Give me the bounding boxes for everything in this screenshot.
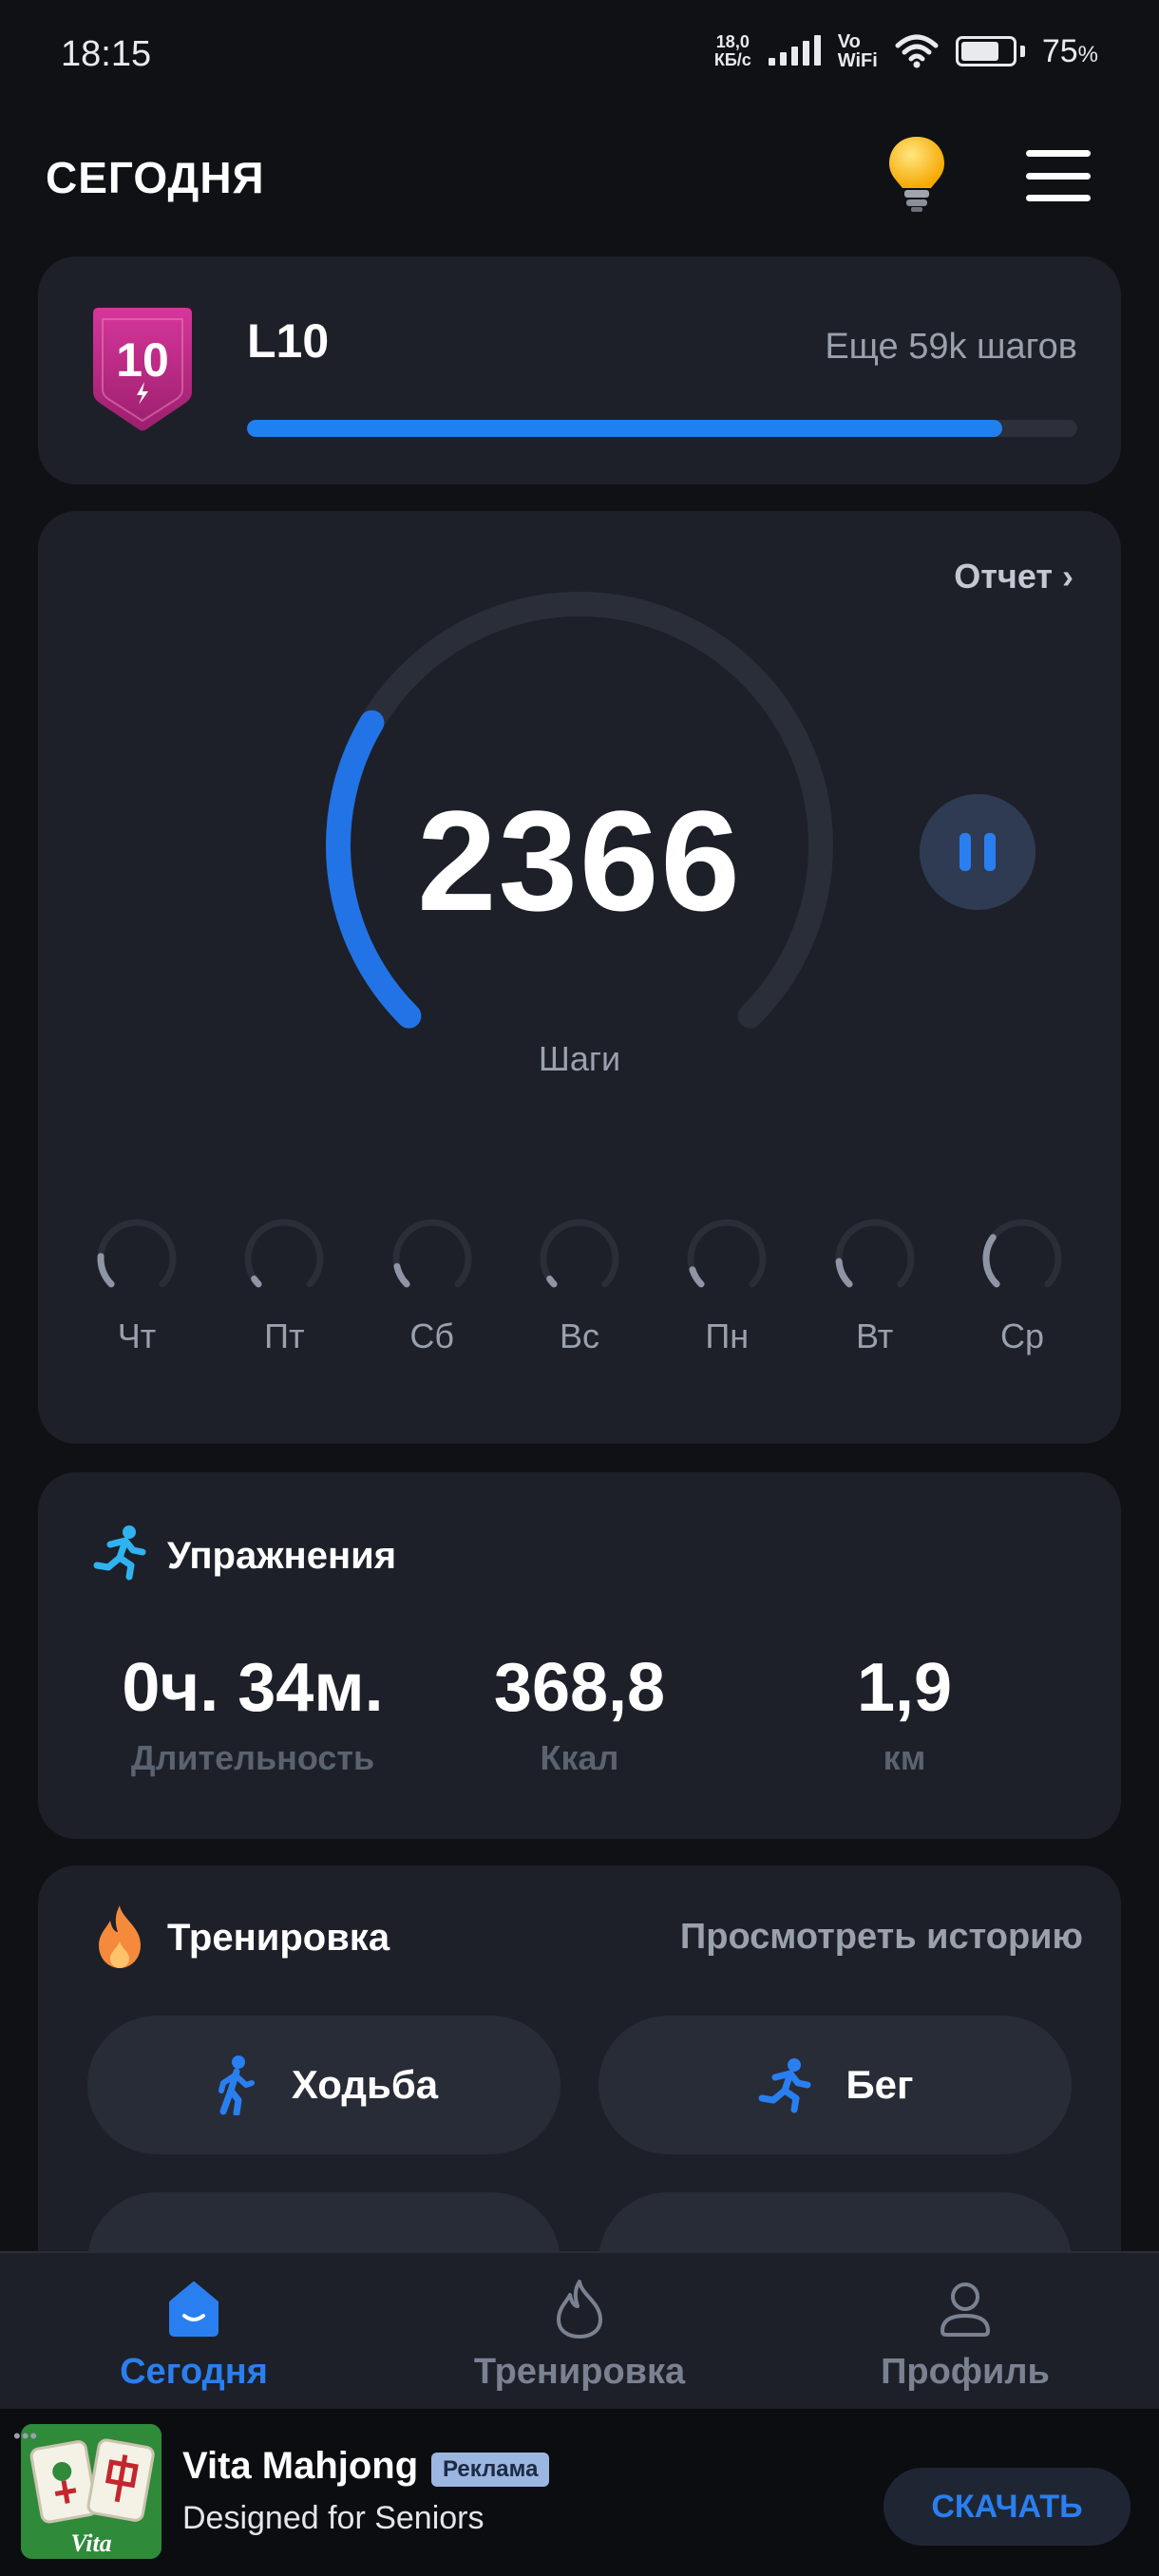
- signal-icon: [768, 35, 821, 66]
- day-progress-1: Чт: [89, 1216, 184, 1356]
- nav-profile[interactable]: Профиль: [813, 2278, 1117, 2393]
- home-icon: [169, 2282, 218, 2337]
- day-ring: [835, 1219, 915, 1288]
- day-label: Чт: [117, 1316, 157, 1355]
- wifi-icon: [895, 34, 939, 68]
- workout-title: Тренировка: [167, 1917, 390, 1959]
- day-label: Пн: [705, 1316, 750, 1355]
- day-label: Сб: [409, 1316, 454, 1355]
- ad-app-image[interactable]: Vita: [21, 2424, 162, 2559]
- walk-icon: [218, 2055, 255, 2115]
- view-history-link[interactable]: Просмотреть историю: [680, 1917, 1083, 1958]
- flame-outline-icon: [557, 2280, 602, 2339]
- status-time: 18:15: [61, 34, 152, 74]
- day-ring: [982, 1219, 1062, 1288]
- day-progress-3: Сб: [385, 1216, 480, 1356]
- page-title: СЕГОДНЯ: [46, 153, 265, 202]
- distance-stat: 1,9 км: [752, 1649, 1056, 1778]
- run-button[interactable]: Бег: [598, 2016, 1072, 2154]
- day-ring: [687, 1219, 767, 1288]
- ad-image-logo-text: Vita: [70, 2529, 111, 2557]
- steps-value: 2366: [417, 781, 742, 940]
- ad-download-button[interactable]: СКАЧАТЬ: [884, 2468, 1130, 2546]
- run-icon: [758, 2058, 811, 2113]
- exercise-title: Упражнения: [167, 1535, 397, 1577]
- week-progress: Чт Пт Сб Вс Пн Вт Ср: [89, 1216, 1070, 1356]
- run-label: Бег: [846, 2062, 914, 2107]
- level-remaining: Еще 59k шагов: [825, 327, 1077, 367]
- nav-workout[interactable]: Тренировка: [428, 2278, 732, 2393]
- net-speed: 18,0 КБ/с: [714, 33, 751, 69]
- ad-tag: Реклама: [431, 2453, 550, 2487]
- day-progress-4: Вс: [532, 1216, 627, 1356]
- day-label: Вс: [559, 1316, 599, 1355]
- day-label: Пт: [264, 1316, 305, 1355]
- level-progress-fill: [247, 420, 1003, 437]
- nav-today[interactable]: Сегодня: [42, 2278, 346, 2393]
- day-ring: [392, 1219, 472, 1288]
- ad-options-icon[interactable]: •••: [13, 2424, 38, 2449]
- report-link[interactable]: Отчет ›: [954, 557, 1074, 597]
- status-icons: 18,0 КБ/с Vo WiFi 75%: [714, 32, 1098, 70]
- day-ring: [540, 1219, 619, 1288]
- level-badge-icon: 10: [93, 308, 192, 431]
- duration-label: Длительность: [130, 1738, 375, 1777]
- lightbulb-icon[interactable]: [884, 133, 950, 213]
- kcal-label: Ккал: [540, 1738, 619, 1777]
- day-progress-6: Вт: [827, 1216, 922, 1356]
- battery-percent: 75%: [1041, 32, 1098, 69]
- ad-title: Vita Mahjong: [182, 2445, 419, 2487]
- vowifi-indicator: Vo WiFi: [838, 32, 878, 70]
- level-progress-bar: [247, 420, 1077, 437]
- runner-icon: [93, 1525, 146, 1581]
- ad-subtitle: Designed for Seniors: [182, 2500, 484, 2536]
- flame-icon: [99, 1905, 141, 1968]
- kcal-stat: 368,8 Ккал: [428, 1649, 732, 1778]
- pause-button[interactable]: [920, 794, 1036, 910]
- nav-workout-label: Тренировка: [473, 2352, 686, 2392]
- day-ring: [97, 1219, 177, 1288]
- net-speed-unit: КБ/с: [713, 50, 751, 69]
- hamburger-menu-icon[interactable]: [1026, 150, 1091, 201]
- steps-label: Шаги: [538, 1039, 621, 1078]
- battery-icon: [955, 36, 1025, 66]
- duration-stat: 0ч. 34м. Длительность: [101, 1649, 405, 1778]
- nav-profile-label: Профиль: [881, 2352, 1050, 2392]
- walk-label: Ходьба: [291, 2062, 439, 2107]
- profile-icon: [940, 2282, 990, 2337]
- day-progress-2: Пт: [237, 1216, 332, 1356]
- vowifi-bottom: WiFi: [837, 50, 878, 71]
- walk-button[interactable]: Ходьба: [87, 2016, 560, 2154]
- nav-today-label: Сегодня: [120, 2352, 268, 2392]
- duration-value: 0ч. 34м.: [122, 1650, 384, 1726]
- day-progress-7: Ср: [975, 1216, 1070, 1356]
- net-speed-value: 18,0: [715, 32, 750, 51]
- kcal-value: 368,8: [493, 1650, 666, 1726]
- day-label: Ср: [999, 1316, 1044, 1355]
- distance-label: км: [883, 1738, 926, 1777]
- level-badge-number: 10: [116, 333, 169, 387]
- day-ring: [244, 1219, 324, 1288]
- vowifi-top: Vo: [837, 31, 861, 52]
- level-name: L10: [247, 314, 330, 368]
- day-label: Вт: [855, 1316, 894, 1355]
- distance-value: 1,9: [856, 1650, 953, 1726]
- day-progress-5: Пн: [679, 1216, 774, 1356]
